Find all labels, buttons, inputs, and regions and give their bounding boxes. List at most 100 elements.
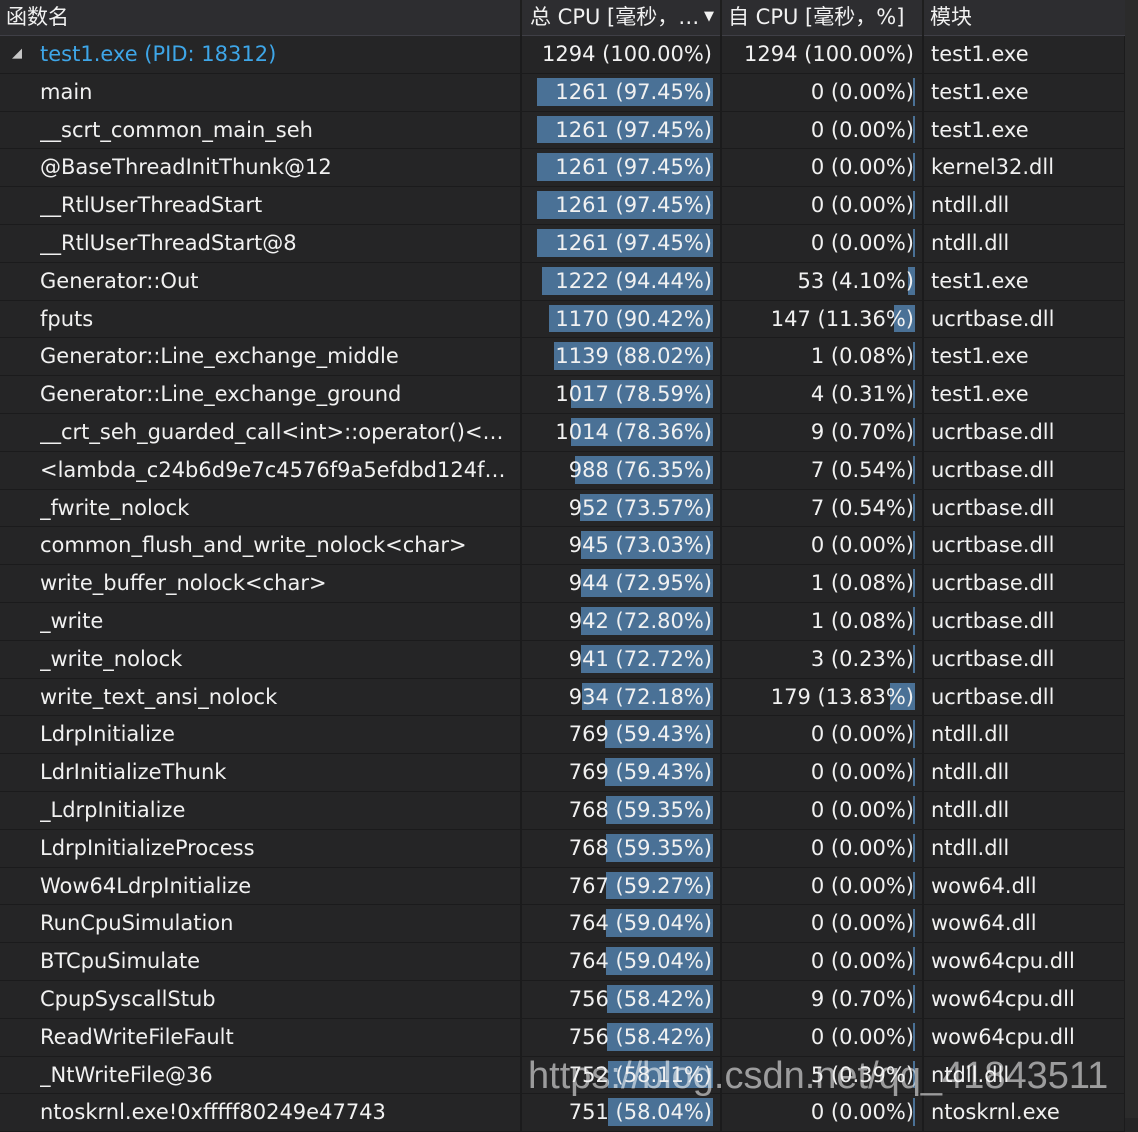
table-row[interactable]: RunCpuSimulation 764 (59.04%) 0 (0.00%) wow… — [0, 905, 1125, 944]
table-row[interactable]: _write 942 (72.80%) 1 (0.08%) ucrtbase.dll — [0, 602, 1125, 641]
collapse-triangle-icon[interactable]: ◢ — [12, 36, 22, 72]
self-cpu-cell: 0 (0.00%) — [722, 111, 924, 149]
total-cpu-cell: 1261 (97.45%) — [522, 149, 722, 187]
table-row[interactable]: __scrt_common_main_seh 1261 (97.45%) 0 (0.… — [0, 111, 1125, 150]
function-name-cell: __scrt_common_main_seh — [0, 111, 522, 149]
function-name-cell: LdrpInitialize — [0, 716, 522, 754]
table-row[interactable]: __RtlUserThreadStart@8 1261 (97.45%) 0 (0.… — [0, 224, 1125, 263]
table-row[interactable]: ReadWriteFileFault 756 (58.42%) 0 (0.00%) w… — [0, 1018, 1125, 1057]
function-name: test1.exe (PID: 18312) — [40, 42, 277, 66]
self-cpu-cell: 0 (0.00%) — [722, 829, 924, 867]
table-row[interactable]: _fwrite_nolock 952 (73.57%) 7 (0.54%) ucrtb… — [0, 489, 1125, 528]
total-cpu-value: 941 (72.72%) — [568, 646, 712, 671]
column-header-module[interactable]: 模块 — [924, 0, 1125, 36]
function-name-cell: CpupSyscallStub — [0, 980, 522, 1018]
function-name-cell: common_flush_and_write_nolock<char> — [0, 527, 522, 565]
table-row[interactable]: CpupSyscallStub 756 (58.42%) 9 (0.70%) wow6… — [0, 980, 1125, 1019]
self-cpu-cell: 0 (0.00%) — [722, 187, 924, 224]
total-cpu-cell: 1261 (97.45%) — [522, 187, 722, 224]
function-name: CpupSyscallStub — [40, 986, 216, 1011]
module-cell: ucrtbase.dll — [924, 451, 1125, 489]
table-row[interactable]: ◢ test1.exe (PID: 18312) 1294 (100.00%) 129… — [0, 36, 1125, 74]
module-cell: ntoskrnl.exe — [924, 1094, 1125, 1132]
self-cpu-cell: 1294 (100.00%) — [722, 36, 924, 73]
self-cpu-value: 0 (0.00%) — [810, 873, 914, 898]
self-cpu-value: 1294 (100.00%) — [744, 42, 914, 66]
total-cpu-cell: 752 (58.11%) — [522, 1056, 722, 1094]
self-cpu-value: 7 (0.54%) — [810, 495, 914, 520]
self-cpu-value: 0 (0.00%) — [810, 797, 914, 822]
column-header-function-name[interactable]: 函数名 — [0, 0, 522, 36]
module-cell: ntdll.dll — [924, 829, 1125, 867]
total-cpu-value: 988 (76.35%) — [568, 457, 712, 482]
module-cell: wow64cpu.dll — [924, 980, 1125, 1018]
total-cpu-cell: 988 (76.35%) — [522, 451, 722, 489]
self-cpu-cell: 0 (0.00%) — [722, 1094, 924, 1132]
function-name: @BaseThreadInitThunk@12 — [40, 155, 332, 180]
function-name-cell: main — [0, 73, 522, 111]
table-row[interactable]: LdrInitializeThunk 769 (59.43%) 0 (0.00%) n… — [0, 754, 1125, 792]
table-row[interactable]: <lambda_c24b6d9e7c4576f9a5efdbd124f944..… — [0, 451, 1125, 490]
table-row[interactable]: common_flush_and_write_nolock<char> 945 (… — [0, 527, 1125, 566]
self-cpu-value: 0 (0.00%) — [810, 911, 914, 936]
self-cpu-value: 0 (0.00%) — [810, 230, 914, 255]
self-cpu-cell: 0 (0.00%) — [722, 791, 924, 829]
module-cell: wow64cpu.dll — [924, 1018, 1125, 1056]
total-cpu-value: 945 (73.03%) — [568, 533, 712, 558]
function-name: Wow64LdrpInitialize — [40, 873, 252, 898]
self-cpu-value: 9 (0.70%) — [810, 419, 914, 444]
self-cpu-value: 0 (0.00%) — [810, 155, 914, 180]
self-cpu-value: 0 (0.00%) — [810, 533, 914, 558]
self-cpu-value: 3 (0.23%) — [810, 646, 914, 671]
total-cpu-cell: 941 (72.72%) — [522, 640, 722, 678]
total-cpu-value: 934 (72.18%) — [568, 684, 712, 709]
table-row[interactable]: write_text_ansi_nolock 934 (72.18%) 179 (1… — [0, 678, 1125, 717]
function-name-cell: <lambda_c24b6d9e7c4576f9a5efdbd124f944..… — [0, 451, 522, 489]
function-name: __crt_seh_guarded_call<int>::operator()<… — [40, 419, 518, 444]
vertical-scrollbar[interactable] — [1125, 0, 1138, 1118]
table-row[interactable]: LdrpInitializeProcess 768 (59.35%) 0 (0.00… — [0, 829, 1125, 868]
function-name: Generator::Line_exchange_ground — [40, 382, 402, 407]
module-cell: test1.exe — [924, 73, 1125, 111]
table-row[interactable]: Wow64LdrpInitialize 767 (59.27%) 0 (0.00%)… — [0, 867, 1125, 906]
table-row[interactable]: write_buffer_nolock<char> 944 (72.95%) 1 (… — [0, 565, 1125, 603]
column-header-self-cpu[interactable]: 自 CPU [毫秒，%] — [722, 0, 924, 36]
table-row[interactable]: BTCpuSimulate 764 (59.04%) 0 (0.00%) wow64c… — [0, 943, 1125, 981]
function-name: BTCpuSimulate — [40, 949, 201, 974]
table-row[interactable]: Generator::Line_exchange_ground 1017 (78.… — [0, 376, 1125, 414]
function-name-cell: Generator::Line_exchange_middle — [0, 338, 522, 376]
column-header-total-cpu[interactable]: 总 CPU [毫秒，… ▼ — [522, 0, 722, 36]
function-name-cell: LdrpInitializeProcess — [0, 829, 522, 867]
function-name-cell: BTCpuSimulate — [0, 943, 522, 980]
table-row[interactable]: ntoskrnl.exe!0xfffff80249e47743 751 (58.0… — [0, 1094, 1125, 1132]
table-row[interactable]: Generator::Line_exchange_middle 1139 (88.… — [0, 338, 1125, 377]
total-cpu-cell: 1014 (78.36%) — [522, 413, 722, 451]
table-row[interactable]: __RtlUserThreadStart 1261 (97.45%) 0 (0.00… — [0, 187, 1125, 225]
module-cell: ntdll.dll — [924, 791, 1125, 829]
self-cpu-value: 0 (0.00%) — [810, 949, 914, 974]
table-row[interactable]: _LdrpInitialize 768 (59.35%) 0 (0.00%) ntdl… — [0, 791, 1125, 830]
table-row[interactable]: __crt_seh_guarded_call<int>::operator()<… — [0, 413, 1125, 452]
self-cpu-value: 7 (0.54%) — [810, 457, 914, 482]
table-row[interactable]: main 1261 (97.45%) 0 (0.00%) test1.exe — [0, 73, 1125, 112]
module-cell: test1.exe — [924, 338, 1125, 376]
total-cpu-cell: 764 (59.04%) — [522, 943, 722, 980]
self-cpu-value: 0 (0.00%) — [810, 117, 914, 142]
module-cell: test1.exe — [924, 376, 1125, 413]
function-name: ntoskrnl.exe!0xfffff80249e47743 — [40, 1100, 386, 1125]
table-row[interactable]: @BaseThreadInitThunk@12 1261 (97.45%) 0 (0… — [0, 149, 1125, 188]
module-cell: ucrtbase.dll — [924, 565, 1125, 602]
self-cpu-cell: 7 (0.54%) — [722, 489, 924, 527]
table-row[interactable]: fputs 1170 (90.42%) 147 (11.36%) ucrtbase.d… — [0, 300, 1125, 339]
call-tree-table: 函数名 总 CPU [毫秒，… ▼ 自 CPU [毫秒，%] 模块 ◢ test1… — [0, 0, 1125, 1132]
module-cell: wow64.dll — [924, 867, 1125, 905]
table-row[interactable]: LdrpInitialize 769 (59.43%) 0 (0.00%) ntdll… — [0, 716, 1125, 755]
table-row[interactable]: Generator::Out 1222 (94.44%) 53 (4.10%) tes… — [0, 262, 1125, 301]
table-row[interactable]: _write_nolock 941 (72.72%) 3 (0.23%) ucrtba… — [0, 640, 1125, 679]
total-cpu-value: 1261 (97.45%) — [555, 79, 712, 104]
function-name-cell: __RtlUserThreadStart — [0, 187, 522, 224]
table-row[interactable]: _NtWriteFile@36 752 (58.11%) 5 (0.39%) ntdl… — [0, 1056, 1125, 1095]
sort-descending-icon: ▼ — [704, 9, 714, 24]
function-name: write_text_ansi_nolock — [40, 684, 278, 709]
self-cpu-cell: 0 (0.00%) — [722, 905, 924, 943]
